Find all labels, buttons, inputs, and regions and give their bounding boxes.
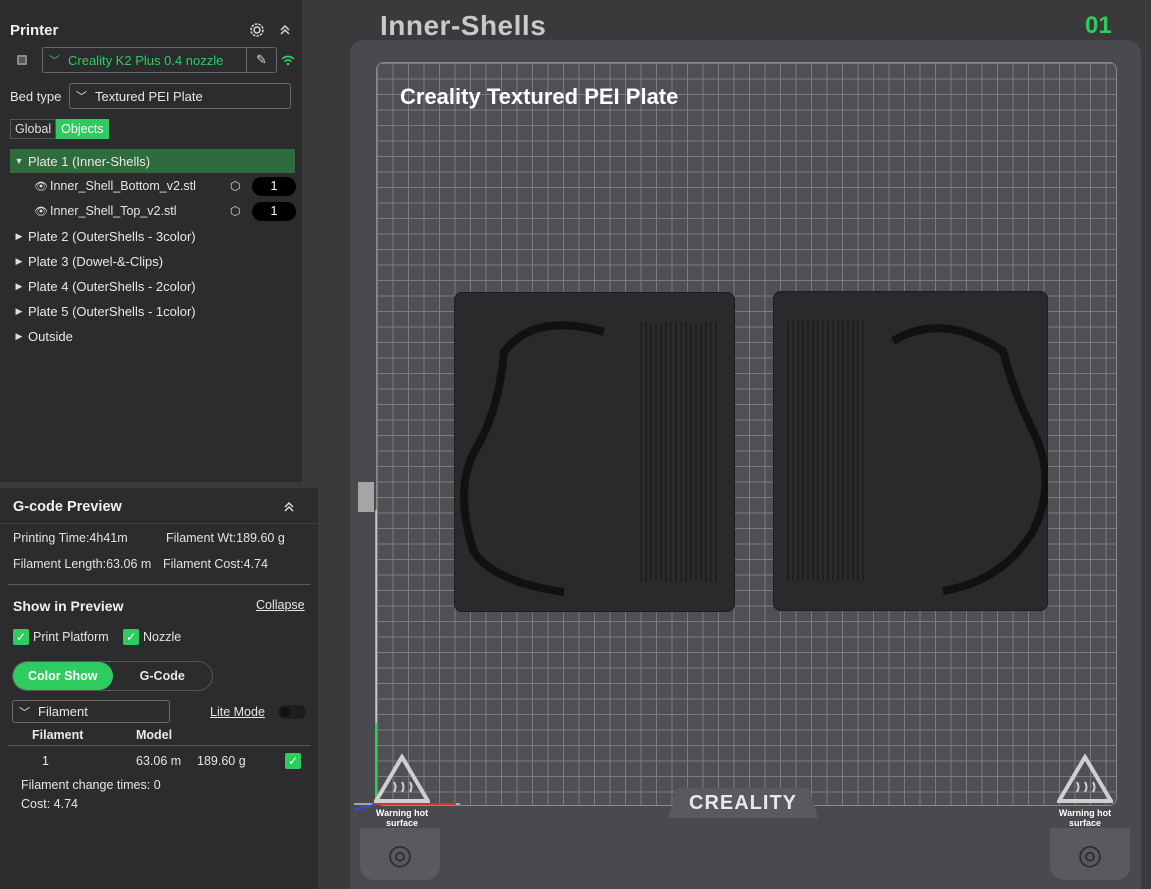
table-cell-filament: 1: [42, 754, 49, 768]
model-outline: [890, 324, 1048, 595]
plate-label: Plate 1 (Inner-Shells): [28, 153, 151, 169]
eye-icon[interactable]: 👁: [34, 180, 50, 193]
printing-time: Printing Time:4h41m: [13, 531, 128, 545]
triangle-right-icon[interactable]: ▶: [10, 256, 28, 267]
filament-cost: Filament Cost:4.74: [163, 557, 268, 571]
print-platform-label: Print Platform: [33, 630, 109, 644]
chevron-down-icon: ﹀: [76, 91, 87, 103]
edit-pencil-icon[interactable]: ✎: [246, 48, 276, 72]
table-header-filament: Filament: [32, 728, 84, 742]
printer-panel: Printer ﹀ Creality K2 Plus 0.4 nozzle ✎ …: [0, 0, 302, 482]
tree-object-row[interactable]: 👁 Inner_Shell_Bottom_v2.stl ⬡ 1: [34, 174, 296, 198]
creality-logo: CREALITY: [668, 788, 818, 818]
printer-select[interactable]: ﹀ Creality K2 Plus 0.4 nozzle ✎: [42, 47, 277, 73]
collapse-chevrons-icon[interactable]: [276, 21, 294, 39]
warning-text: Warning hot surface: [1058, 808, 1112, 828]
triangle-right-icon[interactable]: ▶: [10, 306, 28, 317]
filament-visible-checkbox[interactable]: ✓: [285, 753, 305, 769]
nozzle-checkbox[interactable]: ✓ Nozzle: [123, 629, 181, 645]
gcode-preview-title: G-code Preview: [13, 499, 122, 515]
checkmark-icon: ✓: [123, 629, 139, 645]
cube-icon[interactable]: ⬡: [230, 204, 252, 218]
table-cell-length: 63.06 m: [136, 754, 182, 768]
printer-panel-title: Printer: [10, 22, 59, 39]
tree-plate-5[interactable]: ▶ Plate 5 (OuterShells - 1color): [10, 299, 295, 323]
divider: [8, 584, 310, 585]
preview-mode-toggle: Color Show G-Code: [12, 661, 213, 691]
triangle-right-icon[interactable]: ▶: [10, 331, 28, 342]
model-inner-shell-bottom[interactable]: [454, 292, 735, 612]
bed-plate-label: Creality Textured PEI Plate: [400, 84, 679, 109]
table-cell-weight: 189.60 g: [197, 754, 246, 768]
filament-dropdown[interactable]: ﹀ Filament: [12, 700, 170, 723]
bed-type-value: Textured PEI Plate: [95, 88, 203, 104]
hot-surface-warning-icon: [372, 753, 432, 803]
object-name: Inner_Shell_Bottom_v2.stl: [50, 179, 196, 193]
plate-label: Plate 3 (Dowel-&-Clips): [28, 253, 164, 269]
tree-plate-1[interactable]: ▼ Plate 1 (Inner-Shells): [10, 149, 295, 173]
plate-label: Outside: [28, 328, 73, 344]
eye-icon[interactable]: 👁: [34, 205, 50, 218]
color-show-button[interactable]: Color Show: [13, 662, 113, 690]
plate-name: Inner-Shells: [380, 10, 547, 41]
chevron-down-icon: ﹀: [19, 706, 30, 719]
plate-label: Plate 4 (OuterShells - 2color): [28, 278, 196, 294]
tree-outside[interactable]: ▶ Outside: [10, 324, 295, 348]
triangle-right-icon[interactable]: ▶: [10, 231, 28, 242]
plate-number[interactable]: 01: [1085, 12, 1112, 40]
filament-weight: Filament Wt:189.60 g: [166, 531, 285, 545]
settings-gear-icon[interactable]: [248, 21, 266, 39]
warning-text: Warning hot surface: [375, 808, 429, 828]
warning-hot-surface-left: Warning hot surface: [362, 753, 442, 828]
object-count[interactable]: 1: [252, 176, 296, 196]
tree-plate-4[interactable]: ▶ Plate 4 (OuterShells - 2color): [10, 274, 295, 298]
lite-mode-label[interactable]: Lite Mode: [210, 705, 265, 719]
tree-plate-3[interactable]: ▶ Plate 3 (Dowel-&-Clips): [10, 249, 295, 273]
bed-type-label: Bed type: [10, 89, 62, 104]
triangle-right-icon[interactable]: ▶: [10, 281, 28, 292]
lite-mode-switch[interactable]: [278, 705, 306, 719]
divider: [8, 745, 310, 746]
collapse-link[interactable]: Collapse: [256, 598, 305, 612]
fingerprint-icon: ◎: [1050, 828, 1130, 880]
tree-plate-2[interactable]: ▶ Plate 2 (OuterShells - 3color): [10, 224, 295, 248]
triangle-down-icon[interactable]: ▼: [10, 156, 28, 166]
wifi-icon[interactable]: [279, 51, 297, 69]
filament-change-times: Filament change times: 0: [21, 778, 161, 792]
warning-hot-surface-right: Warning hot surface: [1045, 753, 1125, 828]
filament-dropdown-value: Filament: [38, 704, 88, 719]
model-outline: [460, 321, 606, 596]
filament-length: Filament Length:63.06 m: [13, 557, 152, 571]
printer-name: Creality K2 Plus 0.4 nozzle: [68, 52, 224, 68]
brand-text: CREALITY: [689, 791, 797, 814]
model-inner-shell-top[interactable]: [773, 291, 1048, 611]
tab-objects[interactable]: Objects: [56, 119, 109, 139]
table-header-model: Model: [136, 728, 173, 742]
cube-icon[interactable]: ⬡: [230, 179, 252, 193]
checkmark-icon: ✓: [285, 753, 301, 769]
cost-value: Cost: 4.74: [21, 797, 78, 811]
fingerprint-icon: ◎: [360, 828, 440, 880]
plate-label: Plate 2 (OuterShells - 3color): [28, 228, 196, 244]
gcode-button[interactable]: G-Code: [113, 662, 213, 690]
plate-label: Plate 5 (OuterShells - 1color): [28, 303, 196, 319]
app-window: Printer ﹀ Creality K2 Plus 0.4 nozzle ✎ …: [0, 0, 1151, 889]
checkmark-icon: ✓: [13, 629, 29, 645]
nozzle-label: Nozzle: [143, 630, 182, 644]
tab-global[interactable]: Global: [10, 119, 57, 139]
chevron-down-icon: ﹀: [49, 55, 60, 67]
bed-type-select[interactable]: ﹀ Textured PEI Plate: [69, 83, 291, 109]
tree-object-row[interactable]: 👁 Inner_Shell_Top_v2.stl ⬡ 1: [34, 199, 296, 223]
object-count[interactable]: 1: [252, 201, 296, 221]
printer-icon: [13, 51, 31, 69]
collapse-chevrons-icon[interactable]: [280, 498, 298, 516]
print-platform-checkbox[interactable]: ✓ Print Platform: [13, 629, 109, 645]
object-name: Inner_Shell_Top_v2.stl: [50, 204, 177, 218]
show-in-preview-title: Show in Preview: [13, 598, 124, 614]
hot-surface-warning-icon: [1055, 753, 1115, 803]
global-objects-tabs: Global Objects: [10, 119, 109, 139]
